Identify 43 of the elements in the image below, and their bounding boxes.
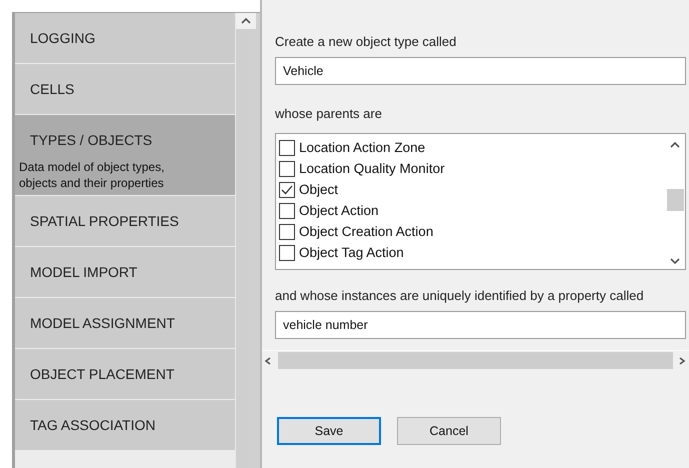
name-field[interactable]: Vehicle <box>275 57 686 85</box>
item-label: OBJECT PLACEMENT <box>30 366 174 382</box>
checkbox[interactable] <box>279 202 295 218</box>
sidebar-item[interactable]: CELLS <box>15 64 235 114</box>
checkbox[interactable] <box>279 224 295 240</box>
cancel-button[interactable]: Cancel <box>397 417 501 445</box>
scrollbar-thumb[interactable] <box>666 189 684 211</box>
sidebar-item[interactable]: LOGGING <box>15 13 235 63</box>
sidebar-item[interactable]: SPATIAL PROPERTIES <box>15 196 235 246</box>
chevron-down-icon[interactable] <box>670 257 680 265</box>
item-label: TYPES / OBJECTS <box>30 132 152 148</box>
sidebar-item[interactable]: MODEL ASSIGNMENT <box>15 298 235 348</box>
sidebar-item[interactable]: TYPES / OBJECTS Data model of object types, objects and their properties <box>15 115 235 195</box>
checkbox-label: Location Quality Monitor <box>299 161 445 176</box>
item-description: Data model of object types, objects and their properties <box>18 159 166 192</box>
chevron-right-icon[interactable] <box>677 356 687 364</box>
checkbox-label: Object <box>299 182 338 197</box>
checkbox-label: Object Creation Action <box>299 224 434 239</box>
checkbox-label: Object Tag Action <box>299 245 404 260</box>
item-label: SPATIAL PROPERTIES <box>30 213 179 229</box>
field-label: and whose instances are uniquely identified by a property called <box>275 288 645 303</box>
item-label: TAG ASSOCIATION <box>30 417 156 433</box>
checkbox[interactable] <box>279 140 295 156</box>
save-button[interactable]: Save <box>277 417 381 445</box>
item-label: MODEL ASSIGNMENT <box>30 315 175 331</box>
item-label: MODEL IMPORT <box>30 264 138 280</box>
parents-list[interactable]: Location Action Zone Location Quality Monitor Object Object Action Object Creation Action Object Tag Action <box>275 133 686 270</box>
checkbox[interactable] <box>279 182 295 198</box>
scrollbar-track[interactable] <box>278 352 673 369</box>
checkbox-label: Object Action <box>299 203 379 218</box>
item-label: LOGGING <box>30 30 96 46</box>
item-label: CELLS <box>30 81 74 97</box>
sidebar-item[interactable]: MODEL IMPORT <box>15 247 235 297</box>
sidebar-item[interactable]: OBJECT PLACEMENT <box>15 349 235 399</box>
chevron-up-icon[interactable] <box>240 17 250 25</box>
chevron-up-icon[interactable] <box>670 141 680 149</box>
sidebar-item[interactable]: TAG ASSOCIATION <box>15 400 235 450</box>
checkbox[interactable] <box>279 244 295 260</box>
property-field[interactable]: vehicle number <box>275 311 686 339</box>
field-label: Create a new object type called <box>275 34 458 49</box>
field-label: whose parents are <box>275 106 383 121</box>
checkbox[interactable] <box>279 160 295 176</box>
checkbox-label: Location Action Zone <box>299 140 426 155</box>
